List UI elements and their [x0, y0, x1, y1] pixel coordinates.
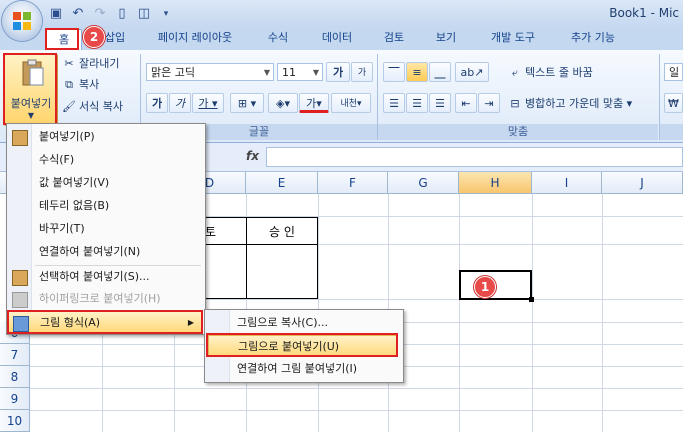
menu-item-paste-special[interactable]: 선택하여 붙여넣기(S)... — [7, 266, 203, 288]
border-icon: ⊞ — [237, 97, 248, 110]
wrap-text-button[interactable]: ⤶ 텍스트 줄 바꿈 — [508, 64, 593, 82]
fill-color-button[interactable]: ◈▾ — [268, 93, 298, 113]
row-header-7[interactable]: 7 — [0, 344, 30, 366]
italic-button[interactable]: 가 — [169, 93, 191, 113]
function-icon[interactable]: fx — [246, 149, 259, 163]
paint-bucket-icon: ◈ — [276, 97, 285, 110]
increase-indent-button[interactable]: ⇥ — [478, 93, 500, 113]
font-name-select[interactable]: 맑은 고딕 ▼ — [146, 63, 274, 81]
align-center-icon: ☰ — [412, 97, 422, 110]
paste-special-icon — [12, 270, 28, 286]
currency-button[interactable]: ₩ — [664, 93, 683, 113]
row-header-8[interactable]: 8 — [0, 366, 30, 388]
align-right-icon: ☰ — [435, 97, 445, 110]
step-badge-2: 2 — [83, 26, 105, 48]
font-color-button[interactable]: 가▾ — [299, 93, 329, 113]
paste-icon — [12, 130, 28, 146]
format-painter-button[interactable]: 🖌 서식 복사 — [62, 98, 123, 116]
menu-item-paste-hyperlink: 하이퍼링크로 붙여넣기(H) — [7, 288, 203, 310]
window-title: Book1 - Mic — [609, 6, 679, 20]
column-header-j[interactable]: J — [602, 172, 683, 194]
brush-icon: 🖌 — [62, 100, 76, 113]
undo-icon[interactable]: ↶ — [70, 6, 86, 22]
grow-font-button[interactable]: 가 — [326, 62, 350, 82]
paste-hyperlink-icon — [12, 292, 28, 308]
phonetic-button[interactable]: 내천▾ — [331, 93, 371, 113]
menu-item-formulas[interactable]: 수식(F) — [7, 149, 203, 171]
menu-item-no-borders[interactable]: 테두리 없음(B) — [7, 195, 203, 217]
tab-review[interactable]: 검토 — [376, 28, 412, 50]
tab-add-ins[interactable]: 추가 기능 — [560, 28, 626, 50]
align-right-button[interactable]: ☰ — [429, 93, 451, 113]
tab-data[interactable]: 데이터 — [314, 28, 360, 50]
picture-item-highlight — [7, 310, 203, 334]
bold-button[interactable]: 가 — [146, 93, 168, 113]
tab-page-layout[interactable]: 페이지 레이아웃 — [148, 28, 242, 50]
column-header-e[interactable]: E — [246, 172, 318, 194]
home-tab-highlight — [45, 28, 79, 50]
menu-item-paste-values[interactable]: 값 붙여넣기(V) — [7, 172, 203, 194]
tab-developer[interactable]: 개발 도구 — [482, 28, 544, 50]
paste-button-highlight — [3, 53, 57, 125]
border-button[interactable]: ⊞ ▾ — [230, 93, 264, 113]
row-header-10[interactable]: 10 — [0, 410, 30, 432]
align-left-icon: ☰ — [389, 97, 399, 110]
underline-button[interactable]: 가 ▾ — [192, 93, 224, 113]
align-top-icon: ⎺ — [388, 66, 400, 79]
merge-icon: ⊟ — [510, 97, 520, 110]
column-header-h[interactable]: H — [459, 172, 532, 194]
new-icon[interactable]: ▯ — [114, 6, 130, 22]
indent-icon: ⇥ — [484, 97, 494, 110]
table-header-cell[interactable]: 승 인 — [246, 217, 318, 245]
menu-item-copy-as-picture[interactable]: 그림으로 복사(C)... — [205, 312, 401, 334]
wrap-text-icon: ⤶ — [511, 66, 519, 79]
align-center-button[interactable]: ☰ — [406, 93, 428, 113]
copy-icon: ⧉ — [65, 78, 73, 91]
print-preview-icon[interactable]: ◫ — [136, 6, 152, 22]
column-header-f[interactable]: F — [318, 172, 388, 194]
fill-handle[interactable] — [529, 297, 534, 302]
column-header-g[interactable]: G — [388, 172, 459, 194]
align-top-button[interactable]: ⎺ — [383, 62, 405, 82]
font-size-select[interactable]: 11 ▼ — [277, 63, 323, 81]
redo-icon[interactable]: ↷ — [92, 6, 108, 22]
step-badge-1: 1 — [474, 276, 496, 298]
chevron-down-icon: ▼ — [312, 68, 319, 77]
alignment-group-label: 맞춤 — [378, 124, 658, 140]
align-middle-icon: ≡ — [412, 66, 422, 79]
table-cell[interactable] — [246, 244, 318, 299]
shrink-font-button[interactable]: 가 — [351, 62, 373, 82]
align-bottom-icon: ⎽ — [434, 66, 446, 79]
chevron-down-icon: ▼ — [263, 68, 270, 77]
number-group-label — [660, 124, 683, 140]
paste-dropdown-menu: 붙여넣기(P) 수식(F) 값 붙여넣기(V) 테두리 없음(B) 바꾸기(T)… — [6, 123, 206, 335]
office-button[interactable] — [2, 1, 42, 41]
formula-input[interactable] — [266, 147, 683, 167]
copy-button[interactable]: ⧉ 복사 — [62, 76, 99, 94]
tab-formulas[interactable]: 수식 — [260, 28, 296, 50]
office-logo-icon — [13, 12, 31, 30]
quick-access-toolbar: ▣ ↶ ↷ ▯ ◫ ▾ — [48, 4, 174, 24]
merge-center-button[interactable]: ⊟ 병합하고 가운데 맞춤 ▾ — [508, 95, 632, 113]
menu-item-paste-link[interactable]: 연결하여 붙여넣기(N) — [7, 241, 203, 263]
orientation-icon: ab↗ — [460, 66, 484, 79]
align-bottom-button[interactable]: ⎽ — [429, 62, 451, 82]
outdent-icon: ⇤ — [461, 97, 471, 110]
menu-item-paste[interactable]: 붙여넣기(P) — [7, 126, 203, 148]
tab-view[interactable]: 보기 — [428, 28, 464, 50]
dropdown-icon[interactable]: ▾ — [158, 6, 174, 22]
number-format-select[interactable]: 일 — [664, 63, 683, 81]
cut-button[interactable]: ✂ 잘라내기 — [62, 55, 119, 73]
save-icon[interactable]: ▣ — [48, 6, 64, 22]
menu-item-paste-picture-link[interactable]: 연결하여 그림 붙여넣기(I) — [205, 358, 401, 380]
scissors-icon: ✂ — [64, 57, 74, 70]
orientation-button[interactable]: ab↗ — [455, 62, 489, 82]
column-header-i[interactable]: I — [532, 172, 602, 194]
align-left-button[interactable]: ☰ — [383, 93, 405, 113]
align-middle-button[interactable]: ≡ — [406, 62, 428, 82]
paste-as-picture-highlight — [206, 333, 398, 357]
decrease-indent-button[interactable]: ⇤ — [455, 93, 477, 113]
menu-item-transpose[interactable]: 바꾸기(T) — [7, 218, 203, 240]
row-header-9[interactable]: 9 — [0, 388, 30, 410]
